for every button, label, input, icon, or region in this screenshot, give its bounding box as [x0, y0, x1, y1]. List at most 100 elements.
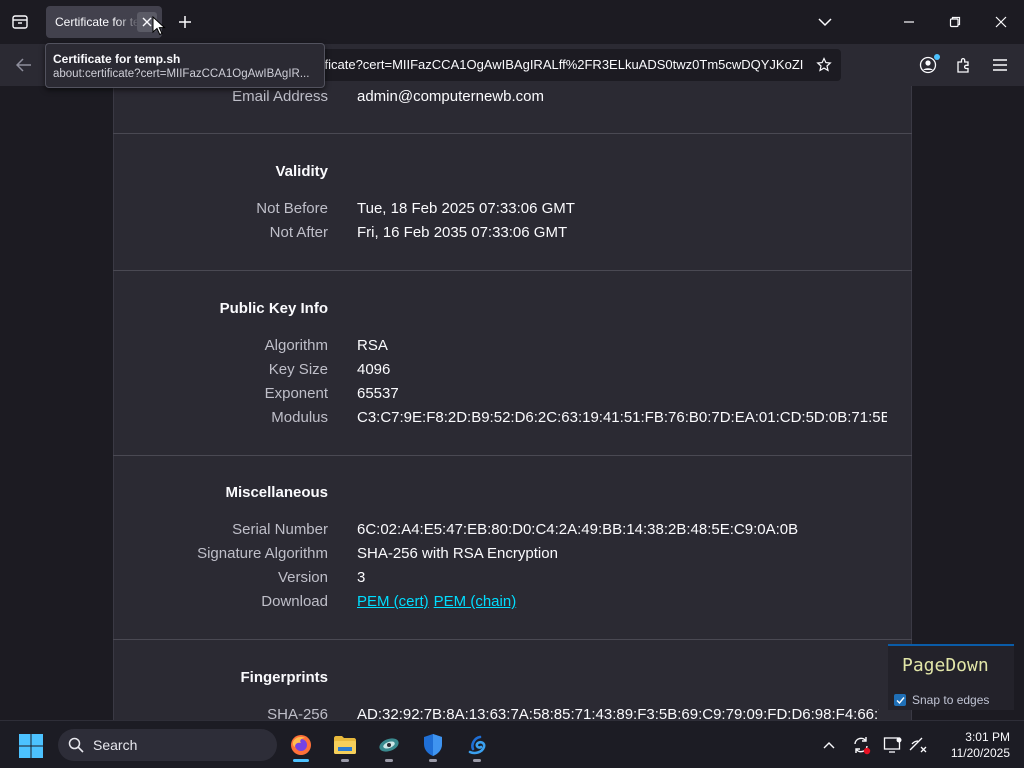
- taskbar-search[interactable]: Search: [58, 729, 277, 761]
- app-taskbar-button[interactable]: [459, 727, 495, 763]
- url-text[interactable]: tificate?cert=MIIFazCCA1OgAwIBAgIRALff%2…: [318, 57, 808, 72]
- puzzle-icon: [957, 58, 969, 73]
- section-divider: [113, 639, 912, 640]
- tab-tooltip: Certificate for temp.sh about:certificat…: [45, 43, 325, 88]
- close-icon: [995, 16, 1007, 28]
- sha256-label: SHA-256: [267, 706, 328, 720]
- notification-dot: [934, 54, 940, 60]
- clock-date: 11/20/2025: [950, 746, 1010, 760]
- serial-number-label: Serial Number: [232, 521, 328, 538]
- network-off-icon: [909, 737, 927, 753]
- firefox-taskbar-button[interactable]: [283, 727, 319, 763]
- running-indicator: [341, 759, 349, 762]
- download-links: PEM (cert) PEM (chain): [357, 593, 516, 610]
- keystroke-text: PageDown: [902, 655, 989, 676]
- snap-label: Snap to edges: [912, 693, 990, 707]
- network-volume-tray-button[interactable]: [907, 733, 931, 757]
- plus-icon: [179, 16, 191, 28]
- mouse-cursor-icon: [152, 16, 166, 36]
- monitor-icon: [883, 737, 902, 753]
- windows-logo-icon: [19, 734, 43, 758]
- running-indicator: [473, 759, 481, 762]
- back-button[interactable]: [10, 51, 38, 79]
- email-value: admin@computernewb.com: [357, 88, 544, 105]
- arrow-left-icon: [16, 58, 31, 72]
- section-divider: [113, 455, 912, 456]
- chevron-down-icon: [818, 18, 832, 27]
- pem-chain-link[interactable]: PEM (chain): [434, 593, 517, 610]
- firefox-view-button[interactable]: [8, 10, 32, 34]
- key-size-value: 4096: [357, 361, 391, 378]
- security-taskbar-button[interactable]: [415, 727, 451, 763]
- download-label: Download: [261, 593, 328, 610]
- signature-algorithm-value: SHA-256 with RSA Encryption: [357, 545, 558, 562]
- sha256-value: AD:32:92:7B:8A:13:63:7A:58:85:71:43:89:F…: [357, 706, 879, 720]
- chevron-up-icon: [823, 742, 835, 749]
- star-icon: [816, 57, 832, 72]
- extensions-button[interactable]: [950, 51, 978, 79]
- firefox-window: Certificate for temp.sh tificate?cert=MI…: [0, 0, 1024, 768]
- snap-checkbox[interactable]: [894, 694, 906, 706]
- certificate-page: Email Address admin@computernewb.com Val…: [0, 86, 1024, 720]
- account-button[interactable]: [914, 51, 942, 79]
- tooltip-title: Certificate for temp.sh: [53, 52, 181, 66]
- search-placeholder: Search: [93, 737, 138, 753]
- keystroke-overlay: PageDown Snap to edges: [888, 644, 1014, 710]
- show-hidden-icons-button[interactable]: [817, 733, 841, 757]
- close-window-button[interactable]: [981, 6, 1021, 38]
- hamburger-icon: [993, 59, 1007, 71]
- email-label: Email Address: [232, 88, 328, 105]
- misc-title: Miscellaneous: [225, 484, 328, 501]
- check-icon: [896, 696, 905, 704]
- section-divider: [113, 270, 912, 271]
- exponent-value: 65537: [357, 385, 399, 402]
- modulus-value: C3:C7:9E:F8:2D:B9:52:D6:2C:63:19:41:51:F…: [357, 409, 887, 426]
- validity-title: Validity: [275, 163, 328, 180]
- running-indicator: [385, 759, 393, 762]
- public-key-title: Public Key Info: [219, 300, 328, 317]
- sync-icon: [854, 737, 871, 755]
- firefox-view-icon: [12, 15, 28, 29]
- app-menu-button[interactable]: [986, 51, 1014, 79]
- exponent-label: Exponent: [264, 385, 328, 402]
- tooltip-url: about:certificate?cert=MIIFazCCA1OgAwIBA…: [53, 68, 310, 80]
- start-button[interactable]: [18, 733, 44, 759]
- taskbar-clock[interactable]: 3:01 PM 11/20/2025: [940, 729, 1010, 761]
- bookmark-star-button[interactable]: [812, 53, 836, 77]
- not-before-value: Tue, 18 Feb 2025 07:33:06 GMT: [357, 200, 575, 217]
- tab-certificate[interactable]: Certificate for temp.sh: [46, 6, 162, 38]
- taskbar: Search 3:01 PM 11/20/2025: [0, 720, 1024, 768]
- new-tab-button[interactable]: [173, 10, 197, 34]
- modulus-label: Modulus: [271, 409, 328, 426]
- serial-number-value: 6C:02:A4:E5:47:EB:80:D0:C4:2A:49:BB:14:3…: [357, 521, 799, 538]
- shield-icon: [424, 734, 442, 756]
- vm-app-taskbar-button[interactable]: [371, 727, 407, 763]
- version-label: Version: [277, 569, 328, 586]
- restore-button[interactable]: [935, 6, 975, 38]
- clock-time: 3:01 PM: [965, 730, 1010, 744]
- firefox-icon: [291, 735, 311, 755]
- search-icon: [68, 737, 84, 753]
- swirl-app-icon: [468, 735, 486, 755]
- list-all-tabs-button[interactable]: [805, 6, 845, 38]
- algorithm-value: RSA: [357, 337, 388, 354]
- pem-cert-link[interactable]: PEM (cert): [357, 593, 429, 610]
- sync-tray-button[interactable]: [849, 733, 873, 757]
- minimize-button[interactable]: [889, 6, 929, 38]
- not-after-label: Not After: [269, 224, 328, 241]
- algorithm-label: Algorithm: [264, 337, 328, 354]
- minimize-icon: [904, 21, 914, 23]
- fingerprints-title: Fingerprints: [240, 669, 328, 686]
- not-before-label: Not Before: [256, 200, 328, 217]
- display-tray-button[interactable]: [881, 733, 905, 757]
- key-size-label: Key Size: [268, 361, 328, 378]
- running-indicator: [429, 759, 437, 762]
- file-explorer-taskbar-button[interactable]: [327, 727, 363, 763]
- version-value: 3: [357, 569, 366, 586]
- active-indicator: [293, 759, 309, 762]
- close-icon: [142, 17, 152, 27]
- not-after-value: Fri, 16 Feb 2035 07:33:06 GMT: [357, 224, 568, 241]
- certificate-card: [113, 86, 912, 720]
- restore-icon: [949, 16, 961, 28]
- section-divider: [113, 133, 912, 134]
